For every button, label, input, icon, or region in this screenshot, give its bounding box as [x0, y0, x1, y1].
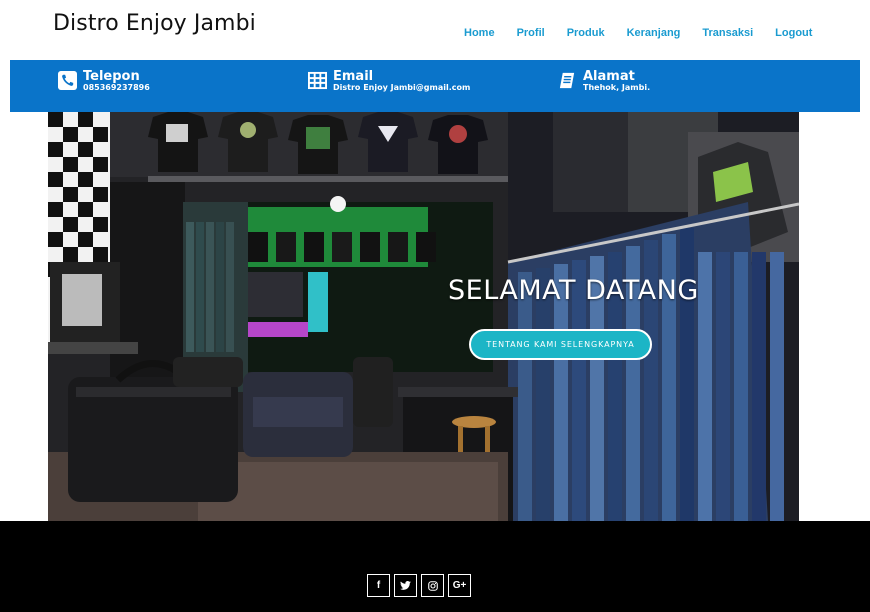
contact-email: Email Distro Enjoy Jambi@gmail.com: [308, 70, 470, 93]
nav-logout[interactable]: Logout: [775, 27, 812, 39]
footer: f G+: [0, 521, 870, 612]
address-title: Alamat: [583, 69, 635, 84]
twitter-icon[interactable]: [394, 574, 417, 597]
left-clothing-rack: [186, 222, 234, 352]
twitter-bird-glyph: [400, 581, 411, 590]
contact-phone: Telepon 085369237896: [58, 70, 150, 93]
phone-title: Telepon: [83, 69, 140, 84]
back-room-shirts: [248, 232, 436, 262]
email-title: Email: [333, 69, 374, 84]
book-icon: [559, 72, 575, 89]
facebook-icon[interactable]: f: [367, 574, 390, 597]
grid-table-icon: [308, 71, 327, 90]
nav-keranjang[interactable]: Keranjang: [627, 27, 681, 39]
instagram-icon[interactable]: [421, 574, 444, 597]
address-value: Thehok, Jambi.: [583, 83, 651, 92]
about-us-button[interactable]: TENTANG KAMI SELENGKAPNYA: [469, 329, 652, 360]
google-plus-icon[interactable]: G+: [448, 574, 471, 597]
contact-info-bar: Telepon 085369237896 Email Distro Enjoy …: [10, 60, 860, 112]
main-nav: Home Profil Produk Keranjang Transaksi L…: [464, 27, 834, 39]
instagram-glyph: [427, 580, 438, 591]
hero-banner: SELAMAT DATANG TENTANG KAMI SELENGKAPNYA: [48, 112, 799, 521]
phone-icon: [58, 71, 77, 90]
social-links: f G+: [367, 574, 471, 597]
nav-transaksi[interactable]: Transaksi: [702, 27, 753, 39]
nav-profil[interactable]: Profil: [517, 27, 545, 39]
nav-produk[interactable]: Produk: [567, 27, 605, 39]
phone-value: 085369237896: [83, 83, 150, 92]
hero-title: SELAMAT DATANG: [448, 275, 699, 306]
contact-address: Alamat Thehok, Jambi.: [558, 70, 650, 93]
store-interior-photo: [48, 112, 799, 521]
nav-home[interactable]: Home: [464, 27, 495, 39]
site-title[interactable]: Distro Enjoy Jambi: [53, 11, 256, 36]
header: Distro Enjoy Jambi Home Profil Produk Ke…: [0, 0, 870, 60]
email-value[interactable]: Distro Enjoy Jambi@gmail.com: [333, 83, 470, 93]
page: Distro Enjoy Jambi Home Profil Produk Ke…: [0, 0, 870, 612]
